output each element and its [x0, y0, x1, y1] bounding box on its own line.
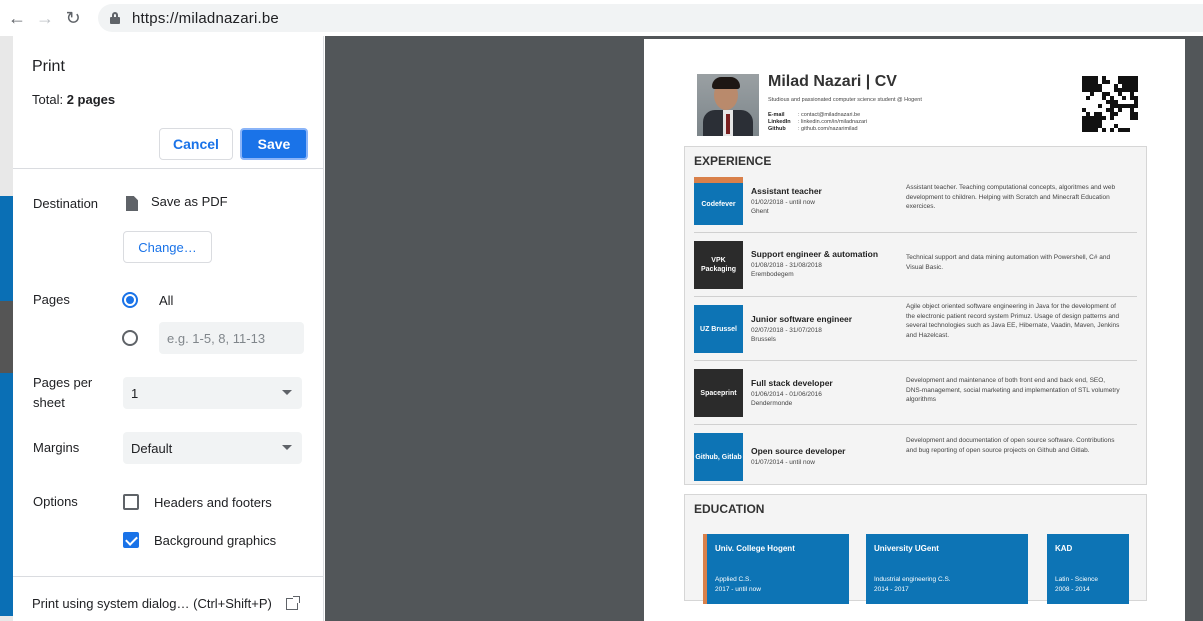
pages-per-sheet-select[interactable]: 1 [123, 377, 302, 409]
pages-all-radio[interactable] [122, 292, 138, 308]
experience-badge: Github, Gitlab [694, 433, 743, 481]
experience-item: UZ Brussel Junior software engineer 02/0… [694, 297, 1137, 361]
cv-contacts: E-mail: contact@miladnazari.be LinkedIn:… [768, 112, 867, 133]
pages-per-sheet-value: 1 [131, 385, 139, 401]
cancel-button[interactable]: Cancel [159, 128, 233, 160]
contact-github: Github: github.com/nazarimilad [768, 126, 858, 132]
divider [13, 576, 324, 577]
experience-role: Assistant teacher [751, 186, 822, 196]
contact-email: E-mail: contact@miladnazari.be [768, 112, 861, 118]
url-text: https://miladnazari.be [132, 9, 279, 27]
experience-badge: VPK Packaging [694, 241, 743, 289]
destination-value: Save as PDF [151, 194, 228, 209]
margins-label: Margins [33, 440, 80, 455]
chevron-down-icon [282, 390, 292, 395]
forward-icon[interactable]: → [34, 7, 56, 29]
experience-role: Open source developer [751, 446, 846, 456]
total-pages: Total: 2 pages [32, 92, 116, 107]
address-bar[interactable]: https://miladnazari.be [98, 4, 1203, 32]
experience-role: Support engineer & automation [751, 249, 879, 259]
experience-location: Erembodegem [751, 271, 794, 278]
cv-name: Milad Nazari | CV [768, 73, 897, 90]
pages-custom-radio[interactable] [122, 330, 138, 346]
experience-location: Dendermonde [751, 400, 793, 407]
divider [13, 168, 324, 169]
experience-role: Junior software engineer [751, 314, 853, 324]
experience-item: Spaceprint Full stack developer 01/06/20… [694, 361, 1137, 425]
lock-icon [110, 12, 120, 24]
system-dialog-link[interactable]: Print using system dialog… (Ctrl+Shift+P… [32, 596, 272, 611]
experience-badge: UZ Brussel [694, 305, 743, 353]
experience-dates: 01/07/2014 - until now [751, 459, 815, 466]
back-icon[interactable]: ← [6, 7, 28, 29]
open-in-new-icon[interactable] [286, 596, 300, 610]
margins-value: Default [131, 440, 173, 456]
background-graphics-label: Background graphics [154, 533, 277, 548]
save-button[interactable]: Save [240, 128, 308, 160]
preview-page: Milad Nazari | CV Studious and passionat… [644, 39, 1185, 621]
print-dialog: Print Total: 2 pages Cancel Save Destina… [13, 36, 324, 621]
cv-tagline: Studious and passionated computer scienc… [768, 97, 922, 103]
dialog-title: Print [32, 58, 65, 75]
experience-badge: Spaceprint [694, 369, 743, 417]
experience-location: Ghent [751, 208, 769, 215]
education-details: Latin - Science 2008 - 2014 [1055, 576, 1098, 593]
education-card: University UGent Industrial engineering … [866, 534, 1028, 604]
contact-linkedin: LinkedIn: linkedin.com/in/miladnazari [768, 119, 868, 125]
headers-footers-label: Headers and footers [154, 495, 272, 510]
reload-icon[interactable]: ↻ [62, 7, 84, 29]
destination-label: Destination [33, 196, 99, 211]
education-card: Univ. College Hogent Applied C.S. 2017 -… [703, 534, 849, 604]
pages-label: Pages [33, 292, 70, 307]
education-details: Applied C.S. 2017 - until now [715, 576, 761, 593]
experience-badge: Codefever [694, 177, 743, 225]
browser-toolbar: ← → ↻ https://miladnazari.be [0, 0, 1203, 36]
education-details: Industrial engineering C.S. 2014 - 2017 [874, 576, 951, 593]
experience-item: Codefever Assistant teacher 01/02/2018 -… [694, 169, 1137, 233]
chevron-down-icon [282, 445, 292, 450]
pages-per-sheet-label: Pages per sheet [33, 375, 93, 410]
pages-custom-input[interactable]: e.g. 1-5, 8, 11-13 [159, 322, 304, 354]
profile-photo [697, 74, 759, 136]
margins-select[interactable]: Default [123, 432, 302, 464]
file-icon [126, 196, 138, 211]
education-school: Univ. College Hogent [715, 544, 795, 553]
education-title: EDUCATION [694, 502, 765, 516]
options-label: Options [33, 494, 78, 509]
experience-description: Technical support and data mining automa… [906, 254, 1111, 271]
pages-all-label: All [159, 293, 174, 308]
experience-location: Brussels [751, 336, 776, 343]
experience-description: Development and documentation of open so… [906, 437, 1115, 454]
experience-title: EXPERIENCE [694, 154, 772, 168]
qr-code-icon [1082, 76, 1138, 132]
background-page-strip [0, 36, 13, 621]
experience-item: Github, Gitlab Open source developer 01/… [694, 425, 1137, 489]
experience-description: Agile object oriented software engineeri… [906, 303, 1120, 339]
headers-footers-checkbox[interactable] [123, 494, 139, 510]
education-card: KAD Latin - Science 2008 - 2014 [1047, 534, 1129, 604]
print-preview: Milad Nazari | CV Studious and passionat… [325, 36, 1203, 621]
education-section: EDUCATION Univ. College Hogent Applied C… [684, 494, 1147, 604]
education-school: KAD [1055, 544, 1073, 553]
education-school: University UGent [874, 544, 939, 553]
change-destination-button[interactable]: Change… [123, 231, 212, 263]
experience-description: Development and maintenance of both fron… [906, 377, 1120, 403]
experience-description: Assistant teacher. Teaching computationa… [906, 184, 1116, 210]
experience-role: Full stack developer [751, 378, 833, 388]
background-graphics-checkbox[interactable] [123, 532, 139, 548]
experience-item: VPK Packaging Support engineer & automat… [694, 233, 1137, 297]
experience-section: EXPERIENCE Codefever Assistant teacher 0… [684, 146, 1147, 485]
